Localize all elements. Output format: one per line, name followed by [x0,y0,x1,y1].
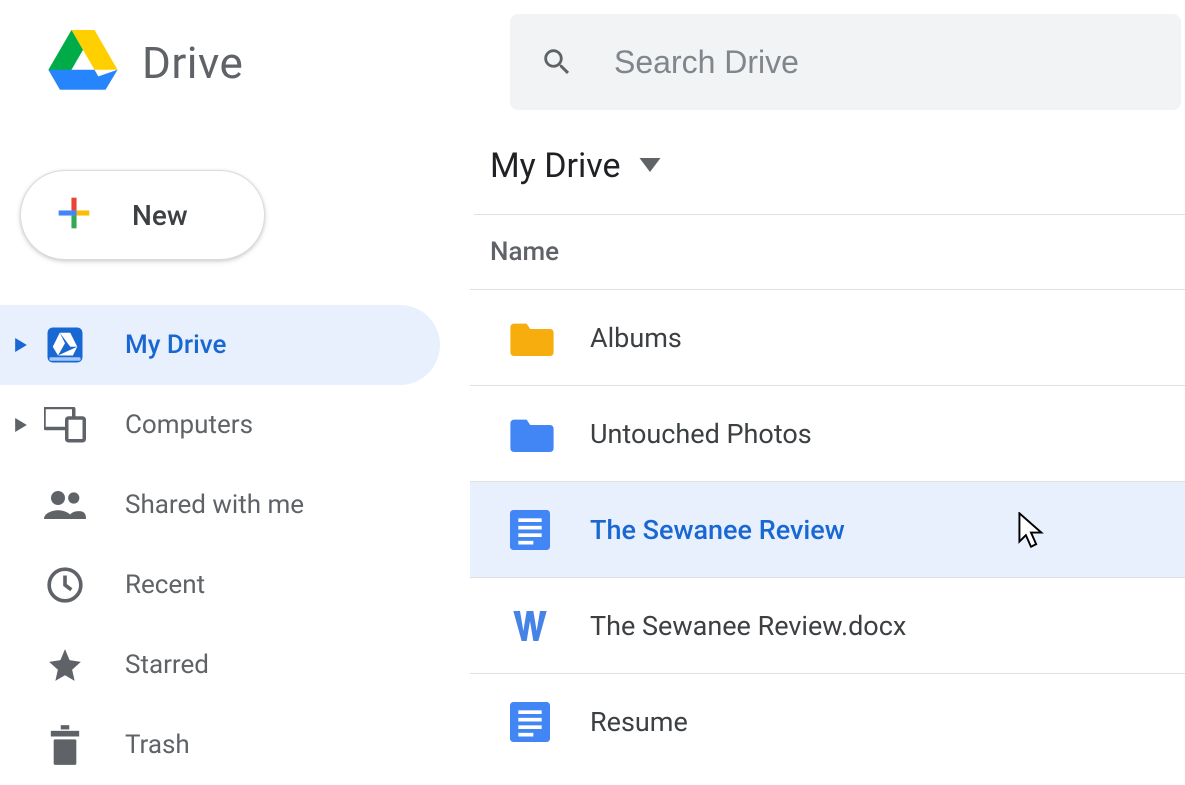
folder-icon [510,416,565,452]
file-row-sewanee-docx[interactable]: The Sewanee Review.docx [470,577,1185,673]
drive-logo-icon [48,30,118,96]
sidebar-item-recent[interactable]: Recent [0,545,440,625]
file-row-albums[interactable]: Albums [470,289,1185,385]
sidebar-item-trash[interactable]: Trash [0,705,440,785]
breadcrumb-label: My Drive [490,146,621,186]
expand-arrow-icon[interactable] [12,418,30,432]
file-name: The Sewanee Review.docx [590,610,906,642]
file-name: Albums [590,322,682,354]
logo-area: Drive [0,0,510,96]
breadcrumb[interactable]: My Drive [470,146,1185,214]
sidebar-item-label: My Drive [125,330,226,360]
nav-list: My Drive Computers [0,305,470,785]
gdoc-icon [510,510,565,550]
drive-badge-icon [40,324,90,366]
cursor-icon [1017,512,1045,552]
new-button[interactable]: New [20,170,265,260]
file-row-sewanee-review[interactable]: The Sewanee Review [470,481,1185,577]
sidebar-item-label: Shared with me [125,490,304,520]
plus-icon [51,190,97,240]
sidebar-item-my-drive[interactable]: My Drive [0,305,440,385]
main-panel: My Drive Name Albums Untou [470,110,1185,785]
file-name: The Sewanee Review [590,514,845,546]
file-list: Albums Untouched Photos The Sewanee Revi… [470,289,1185,769]
clock-icon [40,566,90,604]
new-button-label: New [132,199,188,232]
column-header-name[interactable]: Name [470,215,1185,289]
file-name: Untouched Photos [590,418,812,450]
sidebar-item-computers[interactable]: Computers [0,385,440,465]
search-bar[interactable] [510,14,1181,110]
file-row-resume[interactable]: Resume [470,673,1185,769]
sidebar-item-shared[interactable]: Shared with me [0,465,440,545]
sidebar-item-label: Recent [125,570,205,600]
star-icon [40,646,90,684]
search-input[interactable] [614,44,1151,81]
search-icon [540,45,574,79]
word-icon [510,606,565,646]
product-name: Drive [142,37,243,89]
expand-arrow-icon[interactable] [12,338,30,352]
chevron-down-icon [639,157,661,176]
file-row-untouched-photos[interactable]: Untouched Photos [470,385,1185,481]
file-name: Resume [590,706,688,738]
trash-icon [40,725,90,765]
gdoc-icon [510,702,565,742]
sidebar-item-label: Computers [125,410,253,440]
sidebar-item-label: Trash [125,730,190,760]
sidebar-item-starred[interactable]: Starred [0,625,440,705]
computers-icon [40,407,90,443]
folder-icon [510,320,565,356]
sidebar-item-label: Starred [125,650,209,680]
sidebar: New [0,110,470,785]
people-icon [40,490,90,520]
